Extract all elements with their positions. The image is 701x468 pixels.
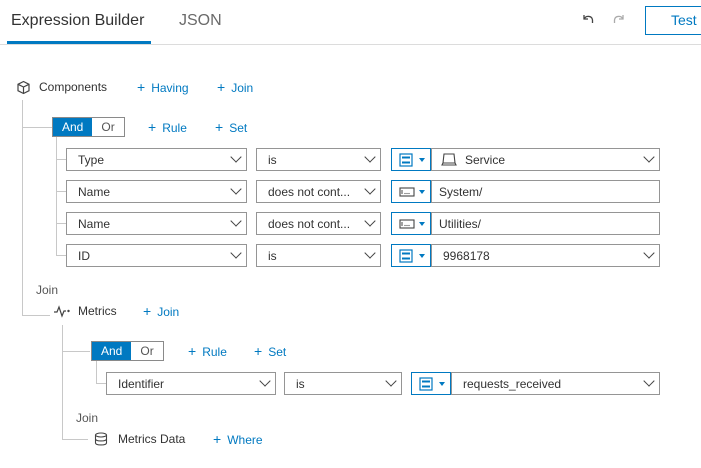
value-mode-button[interactable] — [391, 180, 431, 203]
tree-line — [56, 255, 66, 256]
field-select[interactable]: Name — [66, 180, 247, 203]
tree-line — [62, 439, 88, 440]
tree-line — [96, 361, 97, 383]
database-icon — [94, 432, 108, 449]
test-button[interactable]: Test — [645, 6, 701, 35]
operator-select[interactable]: does not cont... — [256, 180, 381, 203]
field-select[interactable]: Identifier — [106, 372, 276, 395]
operator-select[interactable]: is — [256, 244, 381, 267]
operator-select[interactable]: does not cont... — [256, 212, 381, 235]
join-label: Join — [76, 411, 99, 425]
operator-select[interactable]: is — [256, 148, 381, 171]
tree-line — [56, 159, 66, 160]
add-join-button[interactable]: + Join — [217, 79, 253, 95]
value-input[interactable]: Utilities/ — [431, 212, 660, 235]
tree-line — [62, 325, 63, 439]
join-label: Join — [36, 283, 59, 297]
value-mode-button[interactable] — [391, 212, 431, 235]
or-option[interactable]: Or — [131, 342, 163, 360]
value-mode-button[interactable] — [391, 148, 431, 171]
tab-json[interactable]: JSON — [179, 12, 222, 30]
operator-select[interactable]: is — [284, 372, 402, 395]
tree-line — [56, 223, 66, 224]
cube-icon — [16, 80, 31, 98]
tree-line — [96, 383, 106, 384]
header-divider — [0, 44, 701, 45]
list-icon — [419, 377, 433, 394]
add-rule-button[interactable]: + Rule — [188, 343, 227, 359]
and-or-toggle[interactable]: And Or — [52, 117, 125, 137]
or-option[interactable]: Or — [92, 118, 124, 136]
metrics-icon — [53, 304, 71, 321]
value-select[interactable]: 9968178 — [431, 244, 660, 267]
and-option[interactable]: And — [92, 342, 132, 360]
text-input-icon — [399, 185, 415, 202]
tree-line — [56, 191, 66, 192]
field-select[interactable]: Type — [66, 148, 247, 171]
metrics-data-label: Metrics Data — [118, 432, 186, 446]
list-icon — [399, 249, 413, 266]
field-select[interactable]: Name — [66, 212, 247, 235]
add-rule-button[interactable]: + Rule — [148, 119, 187, 135]
value-mode-button[interactable] — [391, 244, 431, 267]
metrics-label: Metrics — [78, 304, 117, 318]
tree-line — [22, 315, 50, 316]
tab-expression-builder[interactable]: Expression Builder — [11, 12, 144, 30]
redo-icon[interactable] — [612, 12, 626, 30]
value-select[interactable]: requests_received — [451, 372, 660, 395]
list-icon — [399, 153, 413, 170]
add-having-button[interactable]: + Having — [137, 79, 189, 95]
field-select[interactable]: ID — [66, 244, 247, 267]
tree-line — [22, 127, 52, 128]
components-label: Components — [39, 80, 108, 94]
service-icon — [441, 153, 457, 169]
and-option[interactable]: And — [53, 118, 93, 136]
tree-line — [22, 100, 23, 315]
value-mode-button[interactable] — [411, 372, 451, 395]
tree-line — [56, 137, 57, 256]
tree-line — [62, 351, 90, 352]
and-or-toggle[interactable]: And Or — [91, 341, 164, 361]
add-join-button[interactable]: + Join — [143, 303, 179, 319]
value-input[interactable]: System/ — [431, 180, 660, 203]
add-where-button[interactable]: + Where — [213, 431, 263, 447]
add-set-button[interactable]: + Set — [215, 119, 247, 135]
value-select[interactable]: Service — [431, 148, 660, 171]
text-input-icon — [399, 217, 415, 234]
undo-icon[interactable] — [581, 12, 595, 30]
add-set-button[interactable]: + Set — [254, 343, 286, 359]
